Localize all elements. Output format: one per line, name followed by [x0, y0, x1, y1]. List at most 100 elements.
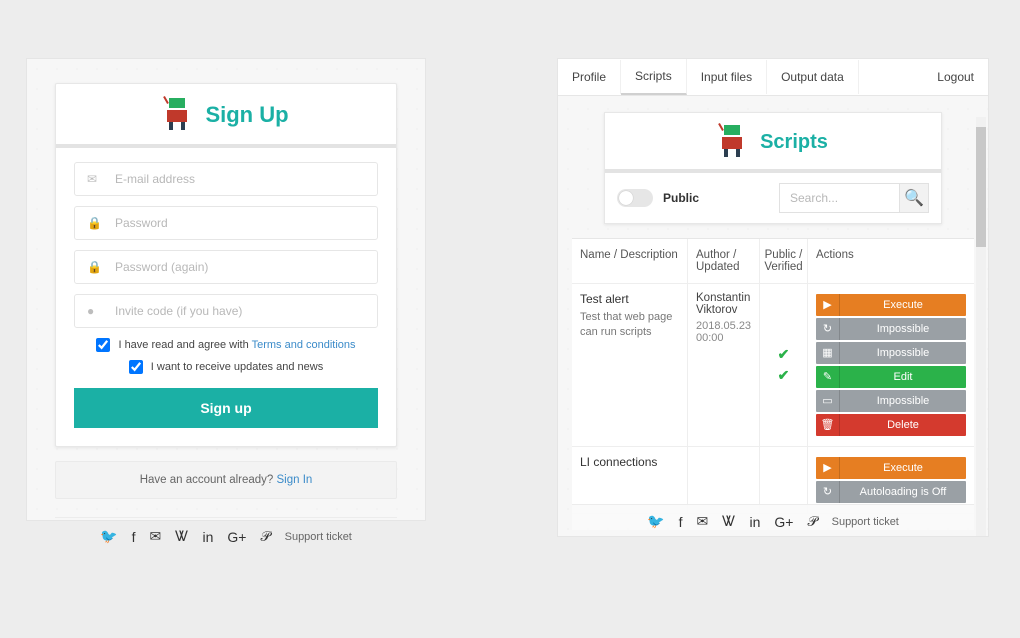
gplus-icon[interactable]: G+ [774, 514, 793, 530]
twitter-icon[interactable]: 🐦 [100, 528, 117, 545]
table-header-row: Name / Description Author / Updated Publ… [572, 239, 974, 284]
signup-panel: Sign Up ✉ 🔒 🔒 ● I have read a [26, 58, 426, 521]
news-text: I want to receive updates and news [151, 361, 323, 373]
signup-button[interactable]: Sign up [74, 388, 378, 428]
execute-button[interactable]: ▶Execute [816, 294, 966, 316]
robot-logo-icon [718, 127, 746, 157]
cell-public: ✔✔ [760, 284, 808, 446]
scripts-title: Scripts [760, 131, 828, 154]
news-line: I want to receive updates and news [74, 360, 378, 374]
mail-icon[interactable]: ✉ [149, 528, 161, 545]
tab-logout[interactable]: Logout [923, 60, 988, 94]
invite-row: ● [74, 294, 378, 328]
linkedin-icon[interactable]: in [750, 514, 761, 530]
check-icon: ✔ [778, 346, 790, 363]
action-label: Execute [840, 299, 966, 311]
cell-author: Konstantin Viktorov2018.05.23 00:00 [688, 284, 760, 446]
vk-icon[interactable]: Ꮤ [175, 528, 188, 545]
action-icon: ▶ [816, 457, 840, 479]
pinterest-icon[interactable]: 𝒫 [808, 513, 818, 530]
cell-actions: ▶Execute↻Impossible▦Impossible✎Edit▭Impo… [808, 284, 974, 446]
tab-input-files[interactable]: Input files [687, 60, 767, 94]
action-label: Impossible [840, 347, 966, 359]
impossible-button[interactable]: ▦Impossible [816, 342, 966, 364]
action-icon: ↻ [816, 318, 840, 340]
cell-name: Test alertTest that web page can run scr… [572, 284, 688, 446]
nav-tabs: Profile Scripts Input files Output data … [558, 59, 988, 96]
col-actions: Actions [808, 239, 974, 283]
edit-button[interactable]: ✎Edit [816, 366, 966, 388]
news-checkbox[interactable] [129, 360, 143, 374]
table-row: Test alertTest that web page can run scr… [572, 284, 974, 447]
signup-title: Sign Up [205, 102, 288, 128]
scripts-table: Name / Description Author / Updated Publ… [572, 238, 974, 514]
facebook-icon[interactable]: f [679, 514, 683, 530]
execute-button[interactable]: ▶Execute [816, 457, 966, 479]
robot-logo-icon [163, 100, 191, 130]
impossible-button[interactable]: ↻Impossible [816, 318, 966, 340]
public-label: Public [663, 191, 699, 205]
public-toggle[interactable] [617, 189, 653, 207]
twitter-icon[interactable]: 🐦 [647, 513, 664, 530]
action-icon: ✎ [816, 366, 840, 388]
impossible-button[interactable]: ▭Impossible [816, 390, 966, 412]
search-icon: 🔍 [904, 188, 924, 208]
gplus-icon[interactable]: G+ [227, 529, 246, 545]
action-icon: ▦ [816, 342, 840, 364]
scripts-card: Scripts Public 🔍 [604, 112, 942, 224]
action-label: Impossible [840, 395, 966, 407]
have-account-text: Have an account already? [140, 474, 277, 486]
vk-icon[interactable]: Ꮤ [722, 513, 735, 530]
envelope-icon: ✉ [87, 172, 103, 186]
action-label: Edit [840, 371, 966, 383]
search-wrap: 🔍 [779, 183, 929, 213]
action-label: Delete [840, 419, 966, 431]
terms-line: I have read and agree with Terms and con… [74, 338, 378, 352]
terms-link[interactable]: Terms and conditions [252, 339, 356, 351]
action-label: Autoloading is Off [840, 486, 966, 498]
action-label: Execute [840, 462, 966, 474]
pinterest-icon[interactable]: 𝒫 [261, 528, 271, 545]
action-icon: 🗑 [816, 414, 840, 436]
support-link[interactable]: Support ticket [832, 516, 899, 528]
autoloading-is-off-button[interactable]: ↻Autoloading is Off [816, 481, 966, 503]
scripts-head: Scripts [605, 113, 941, 173]
row-title: LI connections [580, 455, 679, 469]
lock-icon: 🔒 [87, 216, 103, 230]
scripts-filter: Public 🔍 [605, 173, 941, 223]
terms-text: I have read and agree with [118, 339, 251, 351]
col-author: Author / Updated [688, 239, 760, 283]
action-icon: ▭ [816, 390, 840, 412]
support-link[interactable]: Support ticket [285, 531, 352, 543]
terms-checkbox[interactable] [96, 338, 110, 352]
signin-link[interactable]: Sign In [277, 474, 313, 486]
action-label: Impossible [840, 323, 966, 335]
signup-header: Sign Up [56, 84, 396, 148]
password-again-input[interactable] [115, 260, 365, 274]
row-title: Test alert [580, 292, 679, 306]
social-row: 🐦 f ✉ Ꮤ in G+ 𝒫 Support ticket [55, 517, 397, 545]
signup-body: ✉ 🔒 🔒 ● I have read and agree with Terms… [56, 148, 396, 446]
password2-row: 🔒 [74, 250, 378, 284]
action-icon: ▶ [816, 294, 840, 316]
linkedin-icon[interactable]: in [203, 529, 214, 545]
tab-output-data[interactable]: Output data [767, 60, 859, 94]
password-row: 🔒 [74, 206, 378, 240]
facebook-icon[interactable]: f [132, 529, 136, 545]
password-input[interactable] [115, 216, 365, 230]
email-input[interactable] [115, 172, 365, 186]
delete-button[interactable]: 🗑Delete [816, 414, 966, 436]
lock-icon: 🔒 [87, 260, 103, 274]
invite-input[interactable] [115, 304, 365, 318]
scripts-panel: Profile Scripts Input files Output data … [557, 58, 989, 537]
search-button[interactable]: 🔍 [899, 183, 929, 213]
action-icon: ↻ [816, 481, 840, 503]
tab-scripts[interactable]: Scripts [621, 59, 687, 95]
mail-icon[interactable]: ✉ [696, 513, 708, 530]
row-author: Konstantin Viktorov [696, 292, 751, 316]
search-input[interactable] [779, 183, 899, 213]
tab-profile[interactable]: Profile [558, 60, 621, 94]
table-body: Test alertTest that web page can run scr… [572, 284, 974, 514]
social-row-right: 🐦 f ✉ Ꮤ in G+ 𝒫 Support ticket [572, 504, 974, 530]
scrollbar[interactable] [976, 117, 986, 537]
